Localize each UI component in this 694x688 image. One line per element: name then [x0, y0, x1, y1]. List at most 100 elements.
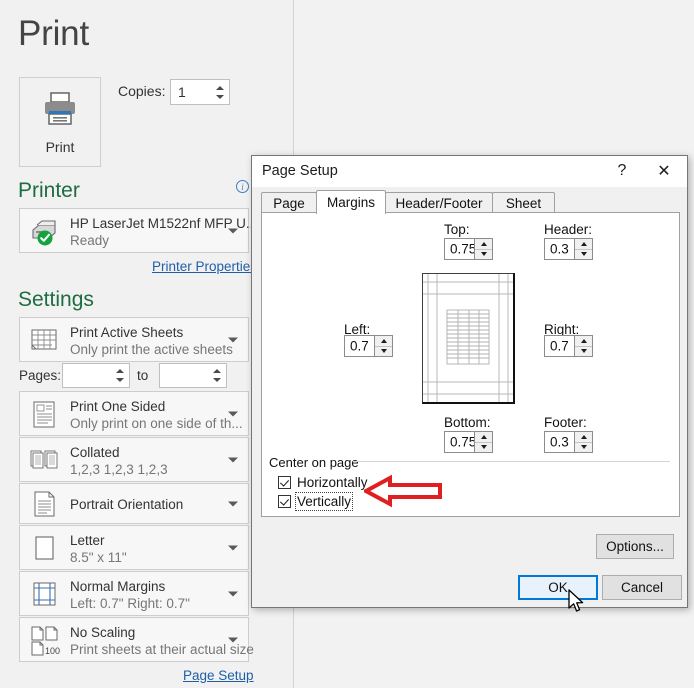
- copies-value: 1: [178, 84, 186, 100]
- copies-stepper[interactable]: 1: [170, 79, 230, 105]
- header-margin-input[interactable]: 0.3: [544, 238, 593, 260]
- checkbox-checked-icon[interactable]: [278, 495, 291, 508]
- footer-margin-increment[interactable]: [575, 432, 592, 443]
- printer-properties-link[interactable]: Printer Properties: [152, 259, 257, 274]
- bottom-margin-spinner[interactable]: [474, 432, 492, 452]
- setting-orientation[interactable]: Portrait Orientation: [19, 483, 249, 524]
- help-icon[interactable]: ?: [601, 156, 643, 186]
- left-margin-value: 0.7: [350, 338, 369, 354]
- top-margin-decrement[interactable]: [475, 250, 492, 260]
- info-icon[interactable]: i: [236, 180, 249, 193]
- bottom-margin-decrement[interactable]: [475, 443, 492, 453]
- footer-margin-value: 0.3: [550, 434, 569, 450]
- settings-section-heading: Settings: [18, 288, 94, 311]
- page-margin-preview: [422, 273, 515, 404]
- top-margin-input[interactable]: 0.75: [444, 238, 493, 260]
- checkbox-vertically-label: Vertically: [294, 492, 354, 511]
- sheets-grid-icon: [28, 324, 60, 356]
- pages-from-decrement-icon[interactable]: [115, 378, 124, 382]
- spin-up-icon: [380, 338, 387, 343]
- left-margin-increment[interactable]: [375, 336, 392, 347]
- checkbox-vertically[interactable]: Vertically: [278, 492, 354, 511]
- chevron-down-icon[interactable]: [228, 501, 238, 506]
- tab-header-footer[interactable]: Header/Footer: [385, 192, 493, 213]
- chevron-down-icon[interactable]: [228, 411, 238, 416]
- spin-down-icon: [480, 445, 487, 450]
- close-icon[interactable]: ✕: [643, 156, 685, 186]
- right-margin-decrement[interactable]: [575, 347, 592, 357]
- checkbox-horizontally[interactable]: Horizontally: [278, 475, 368, 490]
- bottom-margin-value: 0.75: [450, 434, 477, 450]
- footer-margin-spinner[interactable]: [574, 432, 592, 452]
- setting-title: No Scaling: [70, 625, 136, 640]
- top-margin-increment[interactable]: [475, 239, 492, 250]
- chevron-down-icon[interactable]: [228, 545, 238, 550]
- pages-to-increment-icon[interactable]: [212, 369, 221, 373]
- chevron-down-icon[interactable]: [228, 228, 238, 233]
- group-divider: [353, 461, 670, 462]
- dialog-tabstrip: Page Margins Header/Footer Sheet: [261, 190, 680, 214]
- chevron-down-icon[interactable]: [228, 637, 238, 642]
- copies-increment-icon[interactable]: [215, 85, 224, 90]
- pages-from-input[interactable]: [62, 363, 130, 388]
- page-title: Print: [18, 14, 89, 53]
- spin-up-icon: [480, 434, 487, 439]
- setting-print-range[interactable]: Print Active Sheets Only print the activ…: [19, 317, 249, 362]
- copies-spin-arrows[interactable]: [214, 80, 225, 104]
- setting-scaling[interactable]: 100 No Scaling Print sheets at their act…: [19, 617, 254, 662]
- pages-label: Pages:: [19, 368, 62, 383]
- right-margin-increment[interactable]: [575, 336, 592, 347]
- chevron-down-icon[interactable]: [228, 457, 238, 462]
- pages-to-decrement-icon[interactable]: [212, 378, 221, 382]
- header-margin-increment[interactable]: [575, 239, 592, 250]
- cancel-button[interactable]: Cancel: [602, 575, 682, 600]
- setting-subtitle: 8.5" x 11": [70, 550, 127, 565]
- header-margin-decrement[interactable]: [575, 250, 592, 260]
- pages-to-input[interactable]: [159, 363, 227, 388]
- chevron-down-icon[interactable]: [228, 337, 238, 342]
- tab-page[interactable]: Page: [261, 192, 317, 213]
- setting-duplex[interactable]: Print One Sided Only print on one side o…: [19, 391, 249, 436]
- right-margin-spinner[interactable]: [574, 336, 592, 356]
- dialog-titlebar[interactable]: Page Setup ? ✕: [252, 156, 687, 187]
- setting-paper-size[interactable]: Letter 8.5" x 11": [19, 525, 249, 570]
- left-margin-spinner[interactable]: [374, 336, 392, 356]
- pages-from-increment-icon[interactable]: [115, 369, 124, 373]
- right-margin-input[interactable]: 0.7: [544, 335, 593, 357]
- checkbox-checked-icon[interactable]: [278, 476, 291, 489]
- printer-select[interactable]: HP LaserJet M1522nf MFP U... Ready: [19, 208, 257, 253]
- left-margin-decrement[interactable]: [375, 347, 392, 357]
- pages-to-spin-arrows[interactable]: [211, 364, 222, 387]
- chevron-down-icon[interactable]: [228, 591, 238, 596]
- bottom-margin-increment[interactable]: [475, 432, 492, 443]
- setting-subtitle: Left: 0.7" Right: 0.7": [70, 596, 190, 611]
- setting-title: Print One Sided: [70, 399, 166, 414]
- setting-title: Letter: [70, 533, 105, 548]
- footer-margin-input[interactable]: 0.3: [544, 431, 593, 453]
- footer-margin-label: Footer:: [544, 415, 587, 430]
- page-setup-link[interactable]: Page Setup: [183, 668, 254, 683]
- setting-subtitle: Only print the active sheets: [70, 342, 233, 357]
- bottom-margin-input[interactable]: 0.75: [444, 431, 493, 453]
- pages-from-spin-arrows[interactable]: [114, 364, 125, 387]
- dialog-title: Page Setup: [262, 163, 338, 179]
- header-margin-spinner[interactable]: [574, 239, 592, 259]
- tab-margins[interactable]: Margins: [316, 190, 386, 214]
- center-on-page-label: Center on page: [269, 455, 359, 470]
- page-preview-diagram: [423, 274, 513, 402]
- setting-collation[interactable]: Collated 1,2,3 1,2,3 1,2,3: [19, 437, 249, 482]
- portrait-icon: [28, 488, 60, 520]
- tab-sheet[interactable]: Sheet: [492, 192, 555, 213]
- copies-decrement-icon[interactable]: [215, 94, 224, 99]
- setting-title: Portrait Orientation: [70, 497, 184, 512]
- center-on-page-group: Center on page Horizontally Vertically: [269, 455, 670, 511]
- print-button[interactable]: Print: [19, 77, 101, 167]
- options-button[interactable]: Options...: [596, 534, 674, 559]
- setting-margins[interactable]: Normal Margins Left: 0.7" Right: 0.7": [19, 571, 249, 616]
- printer-status: Ready: [70, 233, 110, 248]
- left-margin-input[interactable]: 0.7: [344, 335, 393, 357]
- ok-button[interactable]: OK: [518, 575, 598, 600]
- spin-down-icon: [580, 445, 587, 450]
- footer-margin-decrement[interactable]: [575, 443, 592, 453]
- top-margin-spinner[interactable]: [474, 239, 492, 259]
